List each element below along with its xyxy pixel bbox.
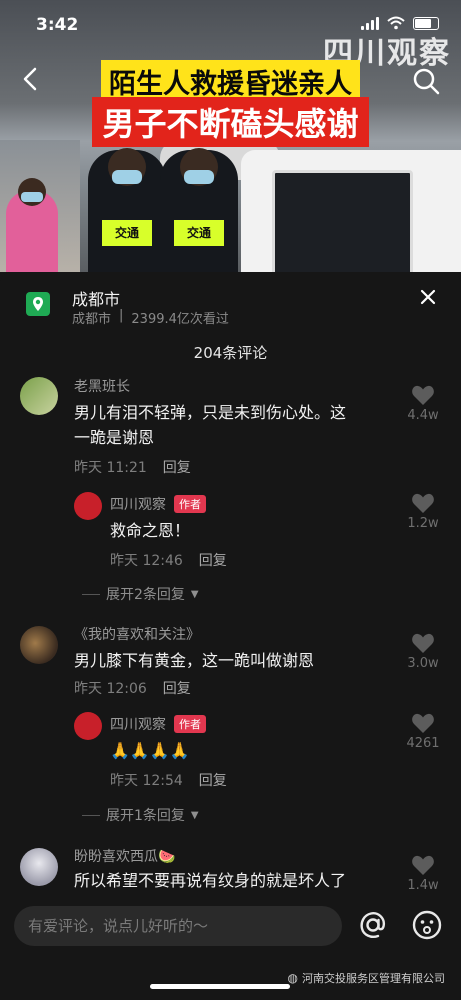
video-officer-right: 交通 — [160, 148, 238, 272]
like-count: 4.4w — [407, 408, 439, 423]
expand-replies-label: 展开2条回复 — [106, 587, 185, 603]
like-count: 3.0w — [407, 656, 439, 671]
officer-mask — [184, 170, 214, 184]
comment-input[interactable]: 有爱评论，说点儿好听的～ — [14, 906, 342, 946]
avatar[interactable] — [20, 848, 58, 886]
comment-text-line: 一跪是谢恩 — [74, 428, 155, 447]
video-player[interactable]: 交通 交通 3:42 四川观察 陌生人救援昏迷亲人 男子不断磕头感谢 — [0, 0, 461, 272]
heart-icon — [412, 385, 434, 405]
comment-text: 男儿有泪不轻弹，只是未到伤心处。这 一跪是谢恩 — [74, 400, 346, 450]
like-button[interactable]: 4261 — [403, 712, 443, 751]
location-subtitle: 成都市 | 2399.4亿次看过 — [72, 308, 229, 327]
expand-replies-button[interactable]: 展开2条回复 ▼ — [82, 584, 199, 604]
publisher-watermark: ◍ 河南交投服务区管理有限公司 — [288, 970, 445, 986]
author-badge: 作者 — [174, 495, 206, 513]
heart-icon — [412, 713, 434, 733]
comment-username[interactable]: 《我的喜欢和关注》 — [74, 624, 200, 644]
reply-username-text: 四川观察 — [110, 717, 166, 733]
author-avatar[interactable] — [74, 712, 102, 740]
headline-line-2: 男子不断磕头感谢 — [92, 97, 369, 147]
reply-button[interactable]: 回复 — [199, 550, 227, 570]
comment-username[interactable]: 老黑班长 — [74, 376, 130, 396]
reply-text: 🙏🙏🙏🙏 — [110, 741, 190, 760]
mention-icon[interactable] — [356, 908, 390, 942]
location-view-count: 2399.4亿次看过 — [131, 312, 229, 327]
emoji-icon[interactable] — [410, 908, 444, 942]
reply-meta: 昨天 12:54 回复 — [110, 770, 227, 790]
location-sub-separator: | — [119, 308, 124, 323]
like-button[interactable]: 1.4w — [403, 854, 443, 893]
chevron-down-icon: ▼ — [190, 588, 199, 600]
officer-mask — [112, 170, 142, 184]
close-icon[interactable] — [415, 284, 441, 310]
video-officer-left: 交通 — [88, 148, 166, 272]
reply-button[interactable]: 回复 — [163, 457, 191, 477]
like-button[interactable]: 3.0w — [403, 632, 443, 671]
comment-text: 男儿膝下有黄金，这一跪叫做谢恩 — [74, 648, 314, 673]
reply-button[interactable]: 回复 — [163, 678, 191, 698]
comment-text-line: 男儿膝下有黄金，这一跪叫做谢恩 — [74, 651, 315, 670]
author-avatar[interactable] — [74, 492, 102, 520]
reply-username[interactable]: 四川观察 作者 — [110, 494, 206, 514]
expand-replies-button[interactable]: 展开1条回复 ▼ — [82, 805, 199, 825]
location-pin-icon — [26, 292, 50, 316]
video-headline-bottom: 男子不断磕头感谢 — [0, 97, 461, 147]
chevron-down-icon: ▼ — [190, 809, 199, 821]
reply-button[interactable]: 回复 — [199, 770, 227, 790]
expand-replies-label: 展开1条回复 — [106, 808, 185, 824]
comment-meta: 昨天 12:06 回复 — [74, 678, 191, 698]
reply-time: 昨天 12:54 — [110, 773, 183, 789]
wechat-icon: ◍ — [287, 971, 298, 985]
officer-vest-label: 交通 — [174, 220, 224, 246]
comment-username[interactable]: 盼盼喜欢西瓜🍉 — [74, 846, 175, 866]
like-count: 4261 — [406, 736, 440, 751]
heart-icon — [412, 855, 434, 875]
location-title[interactable]: 成都市 — [72, 286, 120, 310]
avatar[interactable] — [20, 377, 58, 415]
publisher-watermark-text: 河南交投服务区管理有限公司 — [302, 972, 445, 985]
video-car-door — [272, 170, 413, 272]
avatar[interactable] — [20, 626, 58, 664]
reply-username[interactable]: 四川观察 作者 — [110, 714, 206, 734]
comment-meta: 昨天 11:21 回复 — [74, 457, 191, 477]
woman-mask — [21, 192, 43, 202]
comment-input-bar: 有爱评论，说点儿好听的～ ◍ 河南交投服务区管理有限公司 — [0, 890, 461, 1000]
comment-count-title: 204条评论 — [193, 344, 268, 362]
like-button[interactable]: 4.4w — [403, 384, 443, 423]
location-sub-city: 成都市 — [72, 312, 112, 327]
officer-vest-label: 交通 — [102, 220, 152, 246]
comment-time: 昨天 12:06 — [74, 681, 147, 697]
comment-time: 昨天 11:21 — [74, 460, 147, 476]
heart-icon — [412, 633, 434, 653]
like-count: 1.2w — [407, 516, 439, 531]
home-indicator[interactable] — [150, 984, 290, 989]
reply-username-text: 四川观察 — [110, 497, 166, 513]
video-woman — [6, 178, 58, 272]
status-time: 3:42 — [36, 15, 79, 35]
reply-text: 救命之恩！ — [110, 521, 191, 540]
heart-icon — [412, 493, 434, 513]
author-badge: 作者 — [174, 715, 206, 733]
expand-divider — [82, 814, 100, 816]
expand-divider — [82, 593, 100, 595]
like-button[interactable]: 1.2w — [403, 492, 443, 531]
reply-meta: 昨天 12:46 回复 — [110, 550, 227, 570]
reply-time: 昨天 12:46 — [110, 553, 183, 569]
comment-text-line: 男儿有泪不轻弹，只是未到伤心处。这 — [74, 403, 347, 422]
